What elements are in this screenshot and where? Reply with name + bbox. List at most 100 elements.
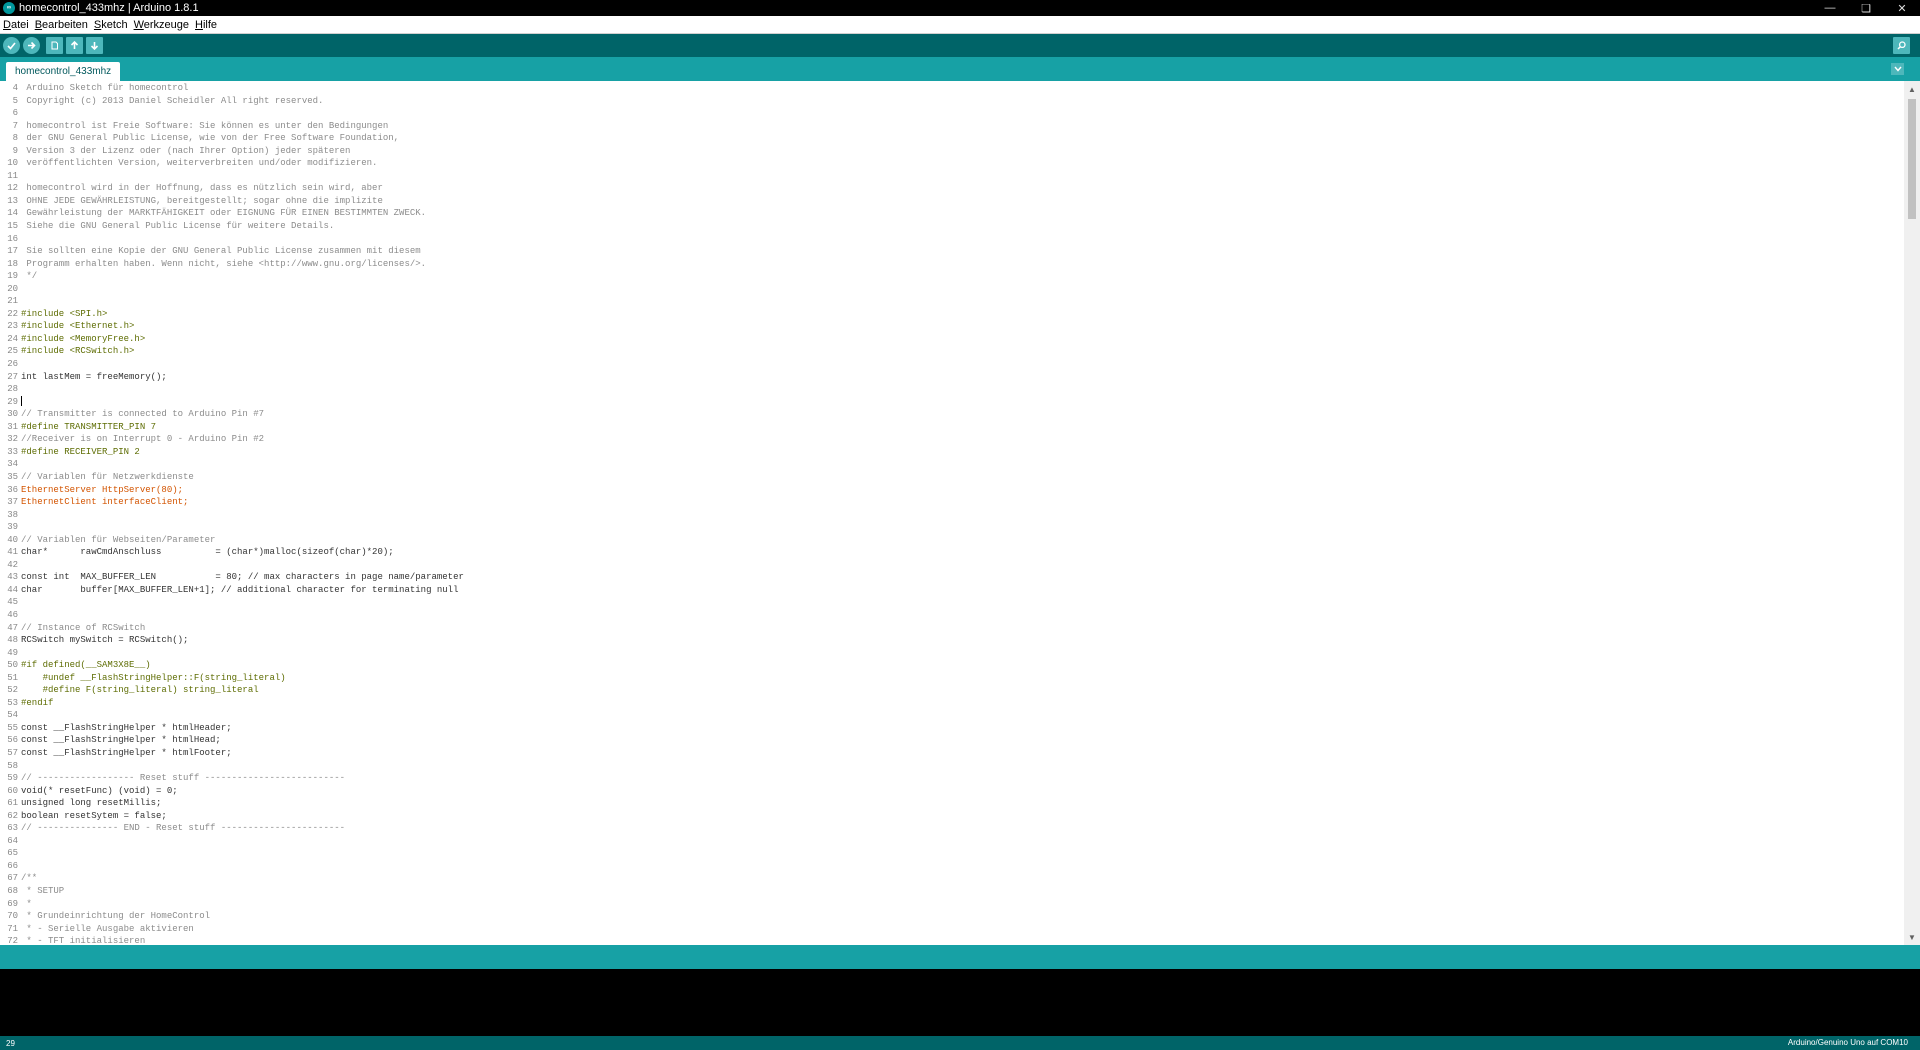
code-text: * - TFT initialisieren [21, 936, 146, 945]
code-line: 57 const __FlashStringHelper * htmlFooter… [0, 747, 1900, 760]
code-text: homecontrol wird in der Hoffnung, dass e… [21, 183, 383, 194]
code-line: 53 #endif [0, 697, 1900, 710]
code-line: 62 boolean resetSytem = false; [0, 810, 1900, 823]
line-number: 65 [7, 848, 18, 859]
code-text: Arduino Sketch für homecontrol [21, 83, 189, 93]
code-line: 36 EthernetServer HttpServer(80); [0, 484, 1900, 497]
code-text: OHNE JEDE GEWÄHRLEISTUNG, bereitgestellt… [21, 195, 383, 206]
code-text: * - Serielle Ausgabe aktivieren [21, 923, 194, 934]
code-line: 16 [0, 233, 1900, 246]
code-text: // Variablen für Netzwerkdienste [21, 471, 194, 482]
verify-button[interactable] [3, 37, 20, 54]
code-text: boolean resetSytem = false; [21, 810, 167, 821]
line-number: 21 [7, 296, 18, 307]
serial-monitor-button[interactable] [1893, 37, 1910, 54]
menu-sketch[interactable]: Sketch [94, 19, 128, 31]
code-text: // Instance of RCSwitch [21, 622, 146, 633]
code-text: char buffer[MAX_BUFFER_LEN+1]; // additi… [21, 584, 459, 595]
code-line: 49 [0, 647, 1900, 660]
close-icon[interactable]: ✕ [1884, 0, 1920, 16]
open-sketch-button[interactable] [66, 37, 83, 54]
menu-hilfe[interactable]: Hilfe [195, 19, 217, 31]
code-line: 60 void(* resetFunc) (void) = 0; [0, 785, 1900, 798]
line-number: 29 [7, 396, 18, 407]
code-text: EthernetClient interfaceClient; [21, 497, 189, 508]
code-editor[interactable]: 4 Arduino Sketch für homecontrol 5 Copyri… [0, 81, 1920, 945]
new-sketch-button[interactable] [46, 37, 63, 54]
code-line: 65 [0, 847, 1900, 860]
code-text: RCSwitch mySwitch = RCSwitch(); [21, 635, 189, 646]
current-line-number: 29 [6, 1038, 15, 1048]
checkmark-icon [7, 42, 16, 50]
line-number: 31 [7, 421, 18, 432]
menu-werkzeuge[interactable]: Werkzeuge [134, 19, 189, 31]
save-sketch-button[interactable] [86, 37, 103, 54]
line-number: 18 [7, 258, 18, 269]
line-number: 14 [7, 208, 18, 219]
code-text: #define F(string_literal) string_literal [21, 685, 259, 696]
line-number: 37 [7, 497, 18, 508]
line-number: 7 [12, 120, 18, 131]
line-number: 64 [7, 835, 18, 846]
code-line: 18 Programm erhalten haben. Wenn nicht, … [0, 258, 1900, 271]
code-line: 32//Receiver is on Interrupt 0 - Arduino… [0, 433, 1900, 446]
line-number: 44 [7, 584, 18, 595]
minimize-icon[interactable]: — [1812, 0, 1848, 16]
magnifier-icon [1897, 41, 1906, 50]
code-line: 47// Instance of RCSwitch [0, 622, 1900, 635]
code-line: 41 char* rawCmdAnschluss = (char*)malloc(… [0, 546, 1900, 559]
code-line: 48 RCSwitch mySwitch = RCSwitch(); [0, 634, 1900, 647]
code-line: 68 * SETUP [0, 885, 1900, 898]
line-number: 28 [7, 384, 18, 395]
code-line: 29 [0, 395, 1900, 409]
code-line: 26 [0, 358, 1900, 371]
code-text: * Grundeinrichtung der HomeControl [21, 911, 211, 922]
line-number: 30 [7, 409, 18, 420]
scrollbar-thumb[interactable] [1908, 99, 1916, 219]
line-number: 47 [7, 622, 18, 633]
code-line: 50 #if defined(__SAM3X8E__) [0, 659, 1900, 672]
line-number: 48 [7, 635, 18, 646]
code-line: 35// Variablen für Netzwerkdienste [0, 471, 1900, 484]
board-port-info: Arduino/Genuino Uno auf COM10 [1787, 1038, 1908, 1047]
code-text: homecontrol ist Freie Software: Sie könn… [21, 120, 389, 131]
tab-menu-button[interactable] [1891, 63, 1904, 75]
code-line: 21 [0, 295, 1900, 308]
restore-icon[interactable]: ❏ [1848, 0, 1884, 16]
tab-homecontrol-433mhz[interactable]: homecontrol_433mhz [6, 62, 121, 81]
code-text: Siehe die GNU General Public License für… [21, 221, 335, 232]
code-text: #if defined(__SAM3X8E__) [21, 660, 151, 671]
line-number: 24 [7, 333, 18, 344]
code-line: 9 Version 3 der Lizenz oder (nach Ihrer … [0, 145, 1900, 158]
line-number: 40 [7, 534, 18, 545]
editor-scrollbar[interactable]: ▲ ▼ [1904, 81, 1920, 945]
menu-datei[interactable]: Datei [3, 19, 29, 31]
code-text: // --------------- END - Reset stuff ---… [21, 823, 346, 834]
console-output[interactable] [0, 969, 1920, 1036]
code-line: 15 Siehe die GNU General Public License … [0, 220, 1900, 233]
code-line: 7 homecontrol ist Freie Software: Sie kö… [0, 120, 1900, 133]
line-number: 20 [7, 283, 18, 294]
code-line: 23 #include <Ethernet.h> [0, 320, 1900, 333]
code-text: int lastMem = freeMemory(); [21, 371, 167, 382]
code-text: const int MAX_BUFFER_LEN = 80; // max ch… [21, 572, 464, 583]
line-number: 52 [7, 685, 18, 696]
line-number: 8 [12, 133, 18, 144]
code-line: 66 [0, 860, 1900, 873]
line-number: 62 [7, 810, 18, 821]
code-text: unsigned long resetMillis; [21, 798, 162, 809]
scroll-up-icon[interactable]: ▲ [1904, 81, 1920, 97]
code-text: const __FlashStringHelper * htmlHeader; [21, 722, 232, 733]
code-line: 54 [0, 709, 1900, 722]
code-text: const __FlashStringHelper * htmlFooter; [21, 747, 232, 758]
menu-bearbeiten[interactable]: Bearbeiten [35, 19, 88, 31]
bottom-status-bar: 29 Arduino/Genuino Uno auf COM10 [0, 1036, 1920, 1050]
upload-button[interactable] [23, 37, 40, 54]
scroll-down-icon[interactable]: ▼ [1904, 929, 1920, 945]
code-text: char* rawCmdAnschluss = (char*)malloc(si… [21, 547, 394, 558]
code-text: * [21, 898, 32, 909]
line-number: 50 [7, 660, 18, 671]
line-number: 32 [7, 434, 18, 445]
line-number: 72 [7, 936, 18, 945]
text-caret [21, 395, 22, 406]
